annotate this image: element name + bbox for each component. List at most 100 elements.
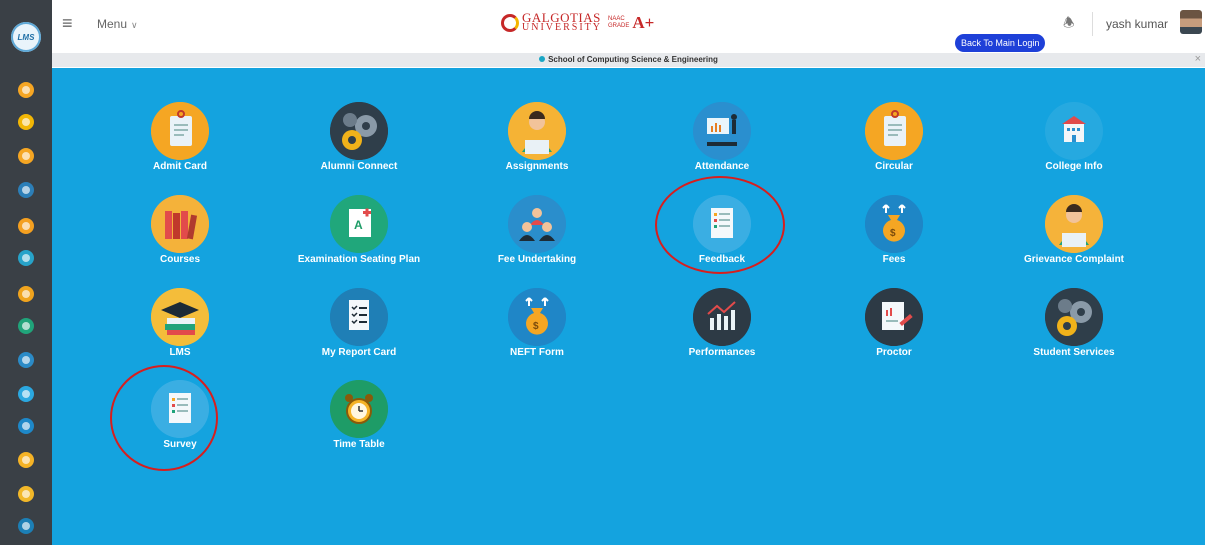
tile-label: College Info <box>1045 161 1103 172</box>
avatar[interactable] <box>1180 10 1202 34</box>
tile-lms[interactable]: LMS <box>95 288 265 378</box>
complaint-icon[interactable] <box>18 452 34 468</box>
tile-time-table[interactable]: Time Table <box>274 380 444 470</box>
tile-examination-seating-plan[interactable]: A Examination Seating Plan <box>274 195 444 285</box>
hamburger-icon[interactable]: ≡ <box>62 14 73 32</box>
menu-dropdown[interactable]: Menu ∨ <box>97 17 138 31</box>
svg-text:$: $ <box>890 228 896 239</box>
tile-alumni-connect[interactable]: Alumni Connect <box>274 102 444 192</box>
tile-label: Attendance <box>694 161 750 172</box>
tile-label: Feedback <box>698 254 746 265</box>
logo-mark-icon <box>501 14 519 32</box>
side-rail: LMS <box>0 0 52 545</box>
money-bag-icon: $ <box>508 288 566 346</box>
form-icon <box>693 195 751 253</box>
graduation-cap-icon <box>151 288 209 346</box>
report-icon[interactable] <box>18 518 34 534</box>
tile-attendance[interactable]: Attendance <box>637 102 807 192</box>
lms-icon[interactable] <box>18 486 34 502</box>
tile-label: Examination Seating Plan <box>297 254 421 265</box>
tile-assignments[interactable]: Assignments <box>452 102 622 192</box>
people-group-icon <box>508 195 566 253</box>
building-icon[interactable] <box>18 250 34 266</box>
tile-grievance-complaint[interactable]: Grievance Complaint <box>989 195 1159 285</box>
clipboard-icon[interactable] <box>18 82 34 98</box>
menu-label: Menu <box>97 17 128 31</box>
books-icon <box>151 195 209 253</box>
gears-icon <box>1045 288 1103 346</box>
university-logo: GALGOTIAS UNIVERSITY NAAC GRADE A+ <box>501 6 654 40</box>
gears-icon[interactable] <box>18 114 34 130</box>
chart-icon[interactable] <box>18 182 34 198</box>
building-icon <box>1045 102 1103 160</box>
money-bag-icon: $ <box>865 195 923 253</box>
lms-logo[interactable]: LMS <box>11 22 41 52</box>
fees-icon[interactable] <box>18 418 34 434</box>
tile-fee-undertaking[interactable]: Fee Undertaking <box>452 195 622 285</box>
presentation-icon <box>693 102 751 160</box>
tile-label: LMS <box>169 347 191 358</box>
people-icon[interactable] <box>18 352 34 368</box>
tile-my-report-card[interactable]: My Report Card <box>274 288 444 378</box>
chevron-down-icon: ∨ <box>131 20 138 30</box>
tile-performances[interactable]: Performances <box>637 288 807 378</box>
student-laptop-icon <box>508 102 566 160</box>
tile-student-services[interactable]: Student Services <box>989 288 1159 378</box>
person-icon[interactable] <box>18 148 34 164</box>
tile-neft-form[interactable]: $ NEFT Form <box>452 288 622 378</box>
tile-label: Grievance Complaint <box>1023 254 1125 265</box>
svg-text:A: A <box>354 218 363 232</box>
checklist-icon <box>330 288 388 346</box>
tile-feedback[interactable]: Feedback <box>637 195 807 285</box>
form-icon <box>151 380 209 438</box>
svg-text:$: $ <box>533 321 539 332</box>
alarm-clock-icon <box>330 380 388 438</box>
books-icon[interactable] <box>18 286 34 302</box>
tile-label: Assignments <box>505 161 569 172</box>
report-pen-icon <box>865 288 923 346</box>
tile-label: Time Table <box>333 439 385 450</box>
user-name[interactable]: yash kumar <box>1106 17 1168 31</box>
naac-grade-text: GRADE <box>608 23 630 29</box>
top-bar: ≡ Menu ∨ GALGOTIAS UNIVERSITY NAAC GRADE … <box>52 0 1205 52</box>
tile-label: Courses <box>159 254 200 265</box>
tile-label: Student Services <box>1033 347 1115 358</box>
notice-icon <box>865 102 923 160</box>
module-grid: Admit Card Alumni Connect Assignments Atten… <box>52 68 1205 545</box>
tile-courses[interactable]: Courses <box>95 195 265 285</box>
school-name: School of Computing Science & Engineerin… <box>548 55 718 64</box>
line-chart-icon <box>693 288 751 346</box>
tile-label: NEFT Form <box>510 347 564 358</box>
divider <box>1092 12 1093 36</box>
tile-circular[interactable]: Circular <box>809 102 979 192</box>
tile-proctor[interactable]: Proctor <box>809 288 979 378</box>
notice-icon[interactable] <box>18 218 34 234</box>
tile-label: Circular <box>875 161 913 172</box>
gears-icon <box>330 102 388 160</box>
admit-card-icon <box>151 102 209 160</box>
tile-label: Performances <box>688 347 756 358</box>
tile-label: Alumni Connect <box>320 161 398 172</box>
naac-text: NAAC <box>608 16 625 22</box>
person-laptop-icon <box>1045 195 1103 253</box>
tile-label: Fees <box>882 254 906 265</box>
grade-badge: A+ <box>632 13 655 32</box>
tile-label: Fee Undertaking <box>497 254 577 265</box>
school-banner: School of Computing Science & Engineerin… <box>52 53 1205 67</box>
form-icon[interactable] <box>18 386 34 402</box>
bell-icon[interactable]: 🕭︎ <box>1063 14 1075 36</box>
tile-college-info[interactable]: College Info <box>989 102 1159 192</box>
tile-survey[interactable]: Survey <box>95 380 265 470</box>
status-dot-icon <box>539 56 546 62</box>
lms-logo-text: LMS <box>17 32 35 42</box>
back-to-main-login-button[interactable]: Back To Main Login <box>955 34 1046 52</box>
close-icon[interactable]: × <box>1195 53 1201 65</box>
tile-fees[interactable]: $ Fees <box>809 195 979 285</box>
exam-icon[interactable] <box>18 318 34 334</box>
tile-label: Proctor <box>876 347 912 358</box>
brand-line2: UNIVERSITY <box>522 22 602 33</box>
tile-label: Survey <box>163 439 197 450</box>
school-banner-text-wrap: School of Computing Science & Engineerin… <box>52 55 1205 64</box>
tile-label: My Report Card <box>321 347 397 358</box>
tile-admit-card[interactable]: Admit Card <box>95 102 265 192</box>
